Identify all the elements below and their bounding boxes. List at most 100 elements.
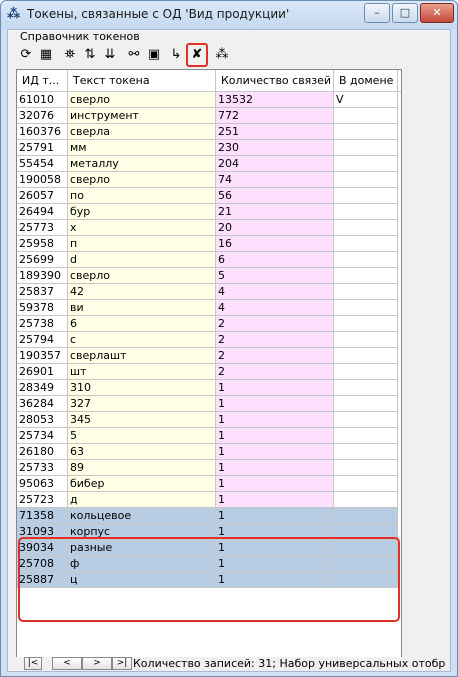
nav-next-button[interactable]: >: [82, 657, 112, 670]
table-row[interactable]: 25733 89 1: [17, 460, 401, 476]
title-bar[interactable]: ⁂ Токены, связанные с ОД 'Вид продукции'…: [1, 1, 457, 29]
cell-token-text: п: [68, 236, 216, 252]
pointer-icon[interactable]: ↳: [166, 45, 186, 65]
status-bar: |< < > >| Количество записей: 31; Набор …: [16, 657, 446, 671]
cell-token-text: бибер: [68, 476, 216, 492]
cell-in-domain: [334, 124, 398, 140]
table-row[interactable]: 39034 разные 1: [17, 540, 401, 556]
cell-link-count: 6: [216, 252, 334, 268]
cell-in-domain: [334, 460, 398, 476]
refresh-icon[interactable]: ⟳: [16, 45, 36, 65]
column-header-domain[interactable]: В домене: [334, 70, 398, 92]
cell-id: 25738: [17, 316, 68, 332]
nav-prev-button[interactable]: <: [52, 657, 82, 670]
column-header-id[interactable]: ИД т...: [17, 70, 68, 92]
cell-token-text: ф: [68, 556, 216, 572]
cell-token-text: сверло: [68, 172, 216, 188]
cell-token-text: шт: [68, 364, 216, 380]
cell-link-count: 2: [216, 316, 334, 332]
cell-token-text: ви: [68, 300, 216, 316]
table-row[interactable]: 189390 сверло 5: [17, 268, 401, 284]
cell-id: 190058: [17, 172, 68, 188]
cell-in-domain: [334, 140, 398, 156]
nav-last-button[interactable]: >|: [112, 657, 132, 670]
table-row[interactable]: 25708 ф 1: [17, 556, 401, 572]
cell-in-domain: [334, 556, 398, 572]
table-row[interactable]: 25958 п 16: [17, 236, 401, 252]
cell-id: 95063: [17, 476, 68, 492]
cell-id: 39034: [17, 540, 68, 556]
cell-in-domain: [334, 252, 398, 268]
table-row[interactable]: 61010 сверло 13532 V: [17, 92, 401, 108]
cell-link-count: 2: [216, 348, 334, 364]
cell-link-count: 1: [216, 540, 334, 556]
close-button[interactable]: ✕: [420, 3, 454, 23]
cell-id: 28053: [17, 412, 68, 428]
table-row[interactable]: 190058 сверло 74: [17, 172, 401, 188]
cell-id: 25733: [17, 460, 68, 476]
tokens-grid[interactable]: ИД т... Текст токена Количество связей В…: [16, 69, 402, 658]
cell-in-domain: [334, 204, 398, 220]
cell-in-domain: [334, 172, 398, 188]
cell-token-text: d: [68, 252, 216, 268]
cell-link-count: 4: [216, 300, 334, 316]
table-row[interactable]: 25794 с 2: [17, 332, 401, 348]
table-row[interactable]: 160376 сверла 251: [17, 124, 401, 140]
maximize-button[interactable]: □: [392, 3, 418, 23]
table-row[interactable]: 71358 кольцевое 1: [17, 508, 401, 524]
column-header-text[interactable]: Текст токена: [68, 70, 216, 92]
cell-in-domain: [334, 300, 398, 316]
table-row[interactable]: 28349 310 1: [17, 380, 401, 396]
table-row[interactable]: 26901 шт 2: [17, 364, 401, 380]
minimize-button[interactable]: –: [364, 3, 390, 23]
table-row[interactable]: 190357 сверлашт 2: [17, 348, 401, 364]
cell-link-count: 1: [216, 380, 334, 396]
cell-token-text: разные: [68, 540, 216, 556]
cell-link-count: 772: [216, 108, 334, 124]
table-row[interactable]: 25699 d 6: [17, 252, 401, 268]
table-row[interactable]: 25773 x 20: [17, 220, 401, 236]
table-row[interactable]: 36284 327 1: [17, 396, 401, 412]
table-row[interactable]: 25837 42 4: [17, 284, 401, 300]
cell-in-domain: [334, 332, 398, 348]
sort-az-icon[interactable]: ⇅: [80, 45, 100, 65]
link-icon[interactable]: ⚯: [124, 45, 144, 65]
table-row[interactable]: 25887 ц 1: [17, 572, 401, 588]
table-row[interactable]: 26494 бур 21: [17, 204, 401, 220]
binoculars-icon[interactable]: ⛯: [60, 45, 80, 65]
cell-id: 71358: [17, 508, 68, 524]
table-row[interactable]: 32076 инструмент 772: [17, 108, 401, 124]
filter-icon[interactable]: ⇊: [100, 45, 120, 65]
extra-icon[interactable]: ⁂: [212, 45, 232, 65]
export-icon[interactable]: ▣: [144, 45, 164, 65]
table-row[interactable]: 95063 бибер 1: [17, 476, 401, 492]
table-row[interactable]: 25738 6 2: [17, 316, 401, 332]
window-title: Токены, связанные с ОД 'Вид продукции': [27, 7, 290, 21]
delete-doc-icon[interactable]: ✘: [186, 43, 208, 67]
column-header-count[interactable]: Количество связей: [216, 70, 334, 92]
cell-link-count: 1: [216, 476, 334, 492]
app-icon: ⁂: [7, 7, 21, 22]
cell-in-domain: [334, 428, 398, 444]
cell-token-text: д: [68, 492, 216, 508]
table-row[interactable]: 55454 металлу 204: [17, 156, 401, 172]
nav-first-button[interactable]: |<: [24, 657, 42, 670]
table-row[interactable]: 26180 63 1: [17, 444, 401, 460]
cell-token-text: инструмент: [68, 108, 216, 124]
table-row[interactable]: 25723 д 1: [17, 492, 401, 508]
cell-token-text: сверла: [68, 124, 216, 140]
cell-link-count: 13532: [216, 92, 334, 108]
table-row[interactable]: 28053 345 1: [17, 412, 401, 428]
table-row[interactable]: 25734 5 1: [17, 428, 401, 444]
cell-in-domain: [334, 492, 398, 508]
table-row[interactable]: 25791 мм 230: [17, 140, 401, 156]
cell-link-count: 1: [216, 556, 334, 572]
cell-in-domain: [334, 364, 398, 380]
cell-in-domain: [334, 348, 398, 364]
table-row[interactable]: 31093 корпус 1: [17, 524, 401, 540]
cell-in-domain: [334, 268, 398, 284]
table-row[interactable]: 59378 ви 4: [17, 300, 401, 316]
table-row[interactable]: 26057 по 56: [17, 188, 401, 204]
grid-header: ИД т... Текст токена Количество связей В…: [17, 70, 401, 92]
table-icon[interactable]: ▦: [36, 45, 56, 65]
